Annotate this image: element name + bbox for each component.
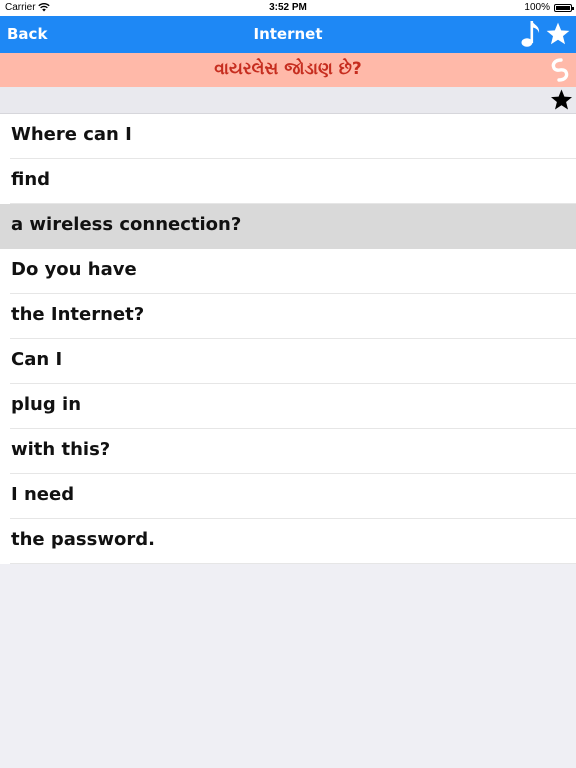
favorite-bar: [0, 87, 576, 114]
phrase-label: a wireless connection?: [11, 214, 242, 235]
battery-percent: 100%: [524, 2, 550, 13]
phrase-label: the password.: [11, 529, 155, 550]
phrase-row[interactable]: Where can I: [0, 114, 576, 159]
clock: 3:52 PM: [269, 2, 307, 13]
phrase-row[interactable]: I need: [0, 474, 576, 519]
status-bar: Carrier 3:52 PM 100%: [0, 0, 576, 16]
phrase-label: plug in: [11, 394, 82, 415]
phrase-row[interactable]: the password.: [0, 519, 576, 564]
star-icon[interactable]: [545, 21, 571, 47]
phrase-label: Do you have: [11, 259, 137, 280]
phrase-row[interactable]: the Internet?: [0, 294, 576, 339]
phrase-label: Where can I: [11, 124, 132, 145]
battery-icon: [554, 4, 574, 12]
phrase-row[interactable]: plug in: [0, 384, 576, 429]
shazam-icon[interactable]: [548, 57, 572, 83]
translation-text: વાયરલેસ જોડાણ છે?: [214, 59, 362, 79]
phrase-row[interactable]: Do you have: [0, 249, 576, 294]
phrase-label: I need: [11, 484, 75, 505]
star-icon[interactable]: [549, 88, 574, 112]
phrase-row[interactable]: Can I: [0, 339, 576, 384]
phrase-label: with this?: [11, 439, 111, 460]
phrase-row[interactable]: with this?: [0, 429, 576, 474]
phrase-list: Where can I find a wireless connection? …: [0, 114, 576, 564]
phrase-label: Can I: [11, 349, 63, 370]
phrase-label: find: [11, 169, 51, 190]
music-note-icon[interactable]: [520, 19, 542, 49]
phrase-label: the Internet?: [11, 304, 145, 325]
translation-bar: વાયરલેસ જોડાણ છે?: [0, 53, 576, 87]
navigation-bar: Back Internet: [0, 16, 576, 53]
page-title: Internet: [253, 25, 323, 43]
phrase-row[interactable]: a wireless connection?: [0, 204, 576, 249]
phrase-row[interactable]: find: [0, 159, 576, 204]
